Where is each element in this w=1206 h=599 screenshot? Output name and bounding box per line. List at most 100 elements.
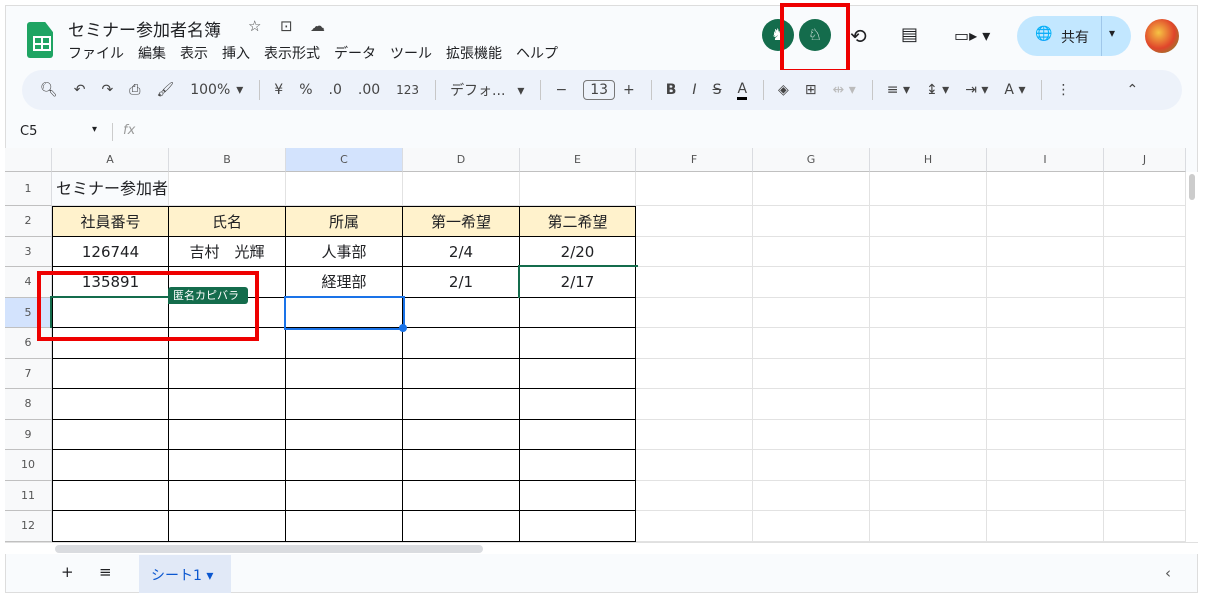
cell-C5[interactable] <box>284 295 405 330</box>
cell-G9[interactable] <box>753 419 870 450</box>
cell-D6[interactable] <box>403 328 520 359</box>
text-color-button[interactable]: A <box>737 81 748 100</box>
cell-C8[interactable] <box>286 389 403 420</box>
cell-A9[interactable] <box>52 419 169 450</box>
column-header-G[interactable]: G <box>753 148 870 172</box>
column-header-C[interactable]: C <box>286 148 403 172</box>
currency-button[interactable]: ¥ <box>274 82 283 98</box>
row-header-11[interactable]: 11 <box>5 480 52 511</box>
menu-item[interactable]: ヘルプ <box>516 43 558 63</box>
fill-color-icon[interactable]: ◈ <box>778 82 789 98</box>
row-header-10[interactable]: 10 <box>5 450 52 481</box>
cell-F12[interactable] <box>636 511 753 542</box>
text-rotation-icon[interactable]: A ▾ <box>1004 82 1025 98</box>
cell-I11[interactable] <box>987 480 1104 511</box>
cell-E11[interactable] <box>520 480 636 511</box>
cell-G6[interactable] <box>753 328 870 359</box>
cell-D7[interactable] <box>403 358 520 389</box>
font-select[interactable]: デフォ... ▾ <box>450 80 524 100</box>
increase-decimal-button[interactable]: .00 <box>358 82 380 98</box>
all-sheets-icon[interactable]: ≡ <box>99 563 112 581</box>
cell-C2[interactable]: 所属 <box>286 206 403 237</box>
cell-H4[interactable] <box>870 267 987 298</box>
cell-G8[interactable] <box>753 389 870 420</box>
cell-E8[interactable] <box>520 389 636 420</box>
cell-G12[interactable] <box>753 511 870 542</box>
cell-J5[interactable] <box>1104 297 1186 328</box>
cell-A12[interactable] <box>52 511 169 542</box>
row-header-7[interactable]: 7 <box>5 358 52 389</box>
row-header-1[interactable]: 1 <box>5 172 52 206</box>
cell-C3[interactable]: 人事部 <box>286 236 403 267</box>
row-header-8[interactable]: 8 <box>5 389 52 420</box>
cell-F3[interactable] <box>636 236 753 267</box>
cell-F11[interactable] <box>636 480 753 511</box>
menu-item[interactable]: ツール <box>390 43 432 63</box>
cell-C10[interactable] <box>286 450 403 481</box>
name-box-dropdown-icon[interactable]: ▾ <box>92 124 97 135</box>
column-header-E[interactable]: E <box>520 148 636 172</box>
cell-J11[interactable] <box>1104 480 1186 511</box>
font-size-decrease[interactable]: − <box>555 82 567 98</box>
cell-H7[interactable] <box>870 358 987 389</box>
undo-icon[interactable]: ↶ <box>74 82 86 98</box>
share-button[interactable]: 🌐 共有 ▾ <box>1017 16 1131 56</box>
cell-A2[interactable]: 社員番号 <box>52 206 169 237</box>
cell-H10[interactable] <box>870 450 987 481</box>
row-header-2[interactable]: 2 <box>5 206 52 237</box>
cell-J12[interactable] <box>1104 511 1186 542</box>
cell-D3[interactable]: 2/4 <box>403 236 520 267</box>
menu-item[interactable]: データ <box>334 43 376 63</box>
cell-C1[interactable] <box>286 172 403 206</box>
more-formats-button[interactable]: 123 <box>396 83 419 97</box>
cell-I4[interactable] <box>987 267 1104 298</box>
sheet-tab-active[interactable]: シート1 ▾ <box>139 555 231 593</box>
cell-D5[interactable] <box>403 297 520 328</box>
print-icon[interactable]: ⎙ <box>129 82 140 98</box>
zoom-select[interactable]: 100% ▾ <box>190 82 243 98</box>
cell-C4[interactable]: 経理部 <box>286 267 403 298</box>
cell-B1[interactable] <box>169 172 286 206</box>
cell-I7[interactable] <box>987 358 1104 389</box>
cell-J1[interactable] <box>1104 172 1186 206</box>
cell-D9[interactable] <box>403 419 520 450</box>
cell-J10[interactable] <box>1104 450 1186 481</box>
name-box[interactable]: C5 <box>20 124 37 139</box>
cell-H8[interactable] <box>870 389 987 420</box>
vertical-align-icon[interactable]: ↨ ▾ <box>926 82 949 98</box>
cell-C9[interactable] <box>286 419 403 450</box>
sheets-logo[interactable] <box>27 22 53 58</box>
cell-F4[interactable] <box>636 267 753 298</box>
cell-F7[interactable] <box>636 358 753 389</box>
cell-D4[interactable]: 2/1 <box>403 267 520 298</box>
column-header-D[interactable]: D <box>403 148 520 172</box>
cell-G11[interactable] <box>753 480 870 511</box>
cell-J2[interactable] <box>1104 206 1186 237</box>
column-header-I[interactable]: I <box>987 148 1104 172</box>
cell-J4[interactable] <box>1104 267 1186 298</box>
strikethrough-button[interactable]: S <box>713 82 722 98</box>
decrease-decimal-button[interactable]: .0 <box>329 82 342 98</box>
cell-B7[interactable] <box>169 358 286 389</box>
search-icon[interactable]: 🔍︎ <box>40 82 58 98</box>
cell-E1[interactable] <box>520 172 636 206</box>
cell-A1[interactable]: セミナー参加者 <box>52 172 169 206</box>
menu-item[interactable]: 挿入 <box>222 43 250 63</box>
cell-E9[interactable] <box>520 419 636 450</box>
meet-icon[interactable]: ▭▸ ▾ <box>954 26 990 45</box>
font-size-increase[interactable]: + <box>623 82 635 98</box>
cell-F5[interactable] <box>636 297 753 328</box>
cell-I8[interactable] <box>987 389 1104 420</box>
cell-E2[interactable]: 第二希望 <box>520 206 636 237</box>
select-all-corner[interactable] <box>5 148 52 172</box>
cell-B2[interactable]: 氏名 <box>169 206 286 237</box>
cell-J3[interactable] <box>1104 236 1186 267</box>
share-dropdown-icon[interactable]: ▾ <box>1109 26 1115 40</box>
star-icon[interactable]: ☆ <box>248 17 261 35</box>
cell-E5[interactable] <box>520 297 636 328</box>
font-size-input[interactable]: 13 <box>583 80 616 100</box>
add-sheet-icon[interactable]: + <box>61 563 74 581</box>
history-icon[interactable]: ⟲ <box>850 24 867 48</box>
cell-I3[interactable] <box>987 236 1104 267</box>
borders-icon[interactable]: ⊞ <box>805 82 817 98</box>
